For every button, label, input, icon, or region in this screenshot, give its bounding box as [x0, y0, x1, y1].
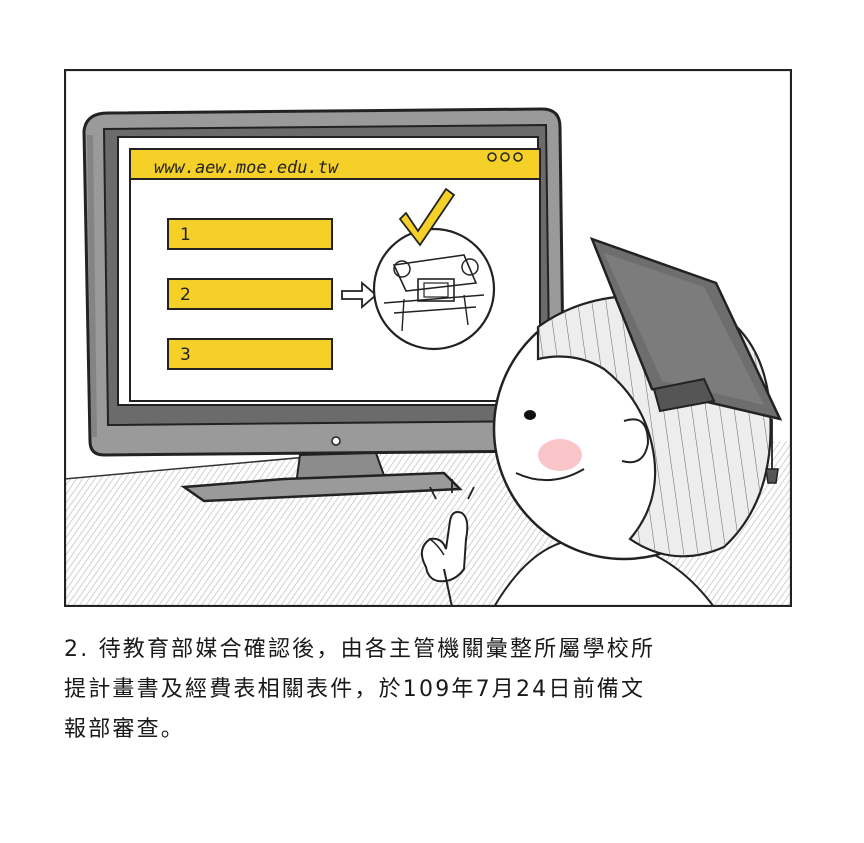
list-item: 2 — [167, 278, 333, 310]
svg-text:2: 2 — [180, 285, 191, 305]
caption-line-3: 報部審查。 — [64, 717, 186, 742]
list-item: 3 — [167, 338, 333, 370]
caption-text: 2. 待教育部媒合確認後，由各主管機關彙整所屬學校所 提計畫書及經費表相關表件，… — [64, 630, 804, 750]
browser-window: www.aew.moe.edu.tw 1 2 3 — [129, 148, 541, 402]
eye — [524, 410, 536, 420]
caption-line-1: 2. 待教育部媒合確認後，由各主管機關彙整所屬學校所 — [64, 637, 656, 662]
svg-text:1: 1 — [180, 225, 191, 245]
list-item: 1 — [167, 218, 333, 250]
svg-text:3: 3 — [180, 345, 191, 365]
blush — [538, 439, 582, 471]
classroom-icon — [372, 227, 496, 351]
comic-panel: www.aew.moe.edu.tw 1 2 3 — [64, 69, 792, 607]
browser-url: www.aew.moe.edu.tw — [154, 158, 339, 178]
caption-line-2: 提計畫書及經費表相關表件，於109年7月24日前備文 — [64, 677, 646, 702]
